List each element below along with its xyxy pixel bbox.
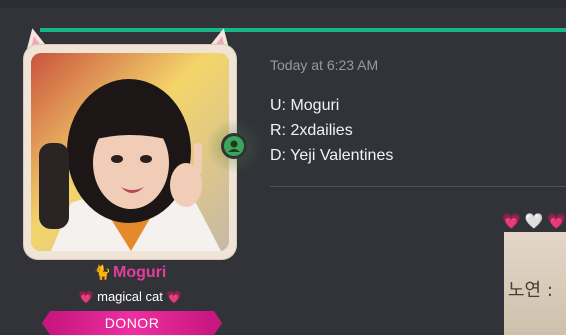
message-line-reward: R: 2xdailies (270, 122, 353, 139)
tagline: 💗 magical cat 💗 (0, 289, 260, 304)
profile-photo (31, 53, 229, 251)
username-text: Moguri (113, 264, 167, 281)
donor-badge: DONOR (42, 311, 222, 335)
top-bar (0, 0, 566, 8)
heart-icon: 💗 (78, 290, 94, 304)
online-status-icon (224, 136, 244, 156)
pink-heart-icon: 💗 (547, 213, 566, 230)
message-line-user: U: Moguri (270, 97, 340, 114)
cat-icon: 🐈 (93, 264, 112, 280)
embed-thumbnail[interactable]: 노연 : (504, 232, 566, 335)
pink-heart-icon: 💗 (502, 213, 525, 230)
profile-card[interactable] (24, 45, 236, 259)
message-timestamp[interactable]: Today at 6:23 AM (270, 57, 378, 73)
heart-icon: 💗 (166, 290, 182, 304)
username[interactable]: 🐈 Moguri (0, 264, 260, 282)
hearts-row: 💗🤍💗 (502, 212, 566, 230)
portrait-image (31, 53, 229, 251)
accent-bar (40, 28, 566, 32)
message-divider (270, 186, 566, 187)
white-heart-icon: 🤍 (524, 213, 548, 230)
thumbnail-text: 노연 : (508, 280, 553, 301)
tagline-text: magical cat (97, 289, 163, 304)
message-line-drop: D: Yeji Valentines (270, 147, 394, 164)
